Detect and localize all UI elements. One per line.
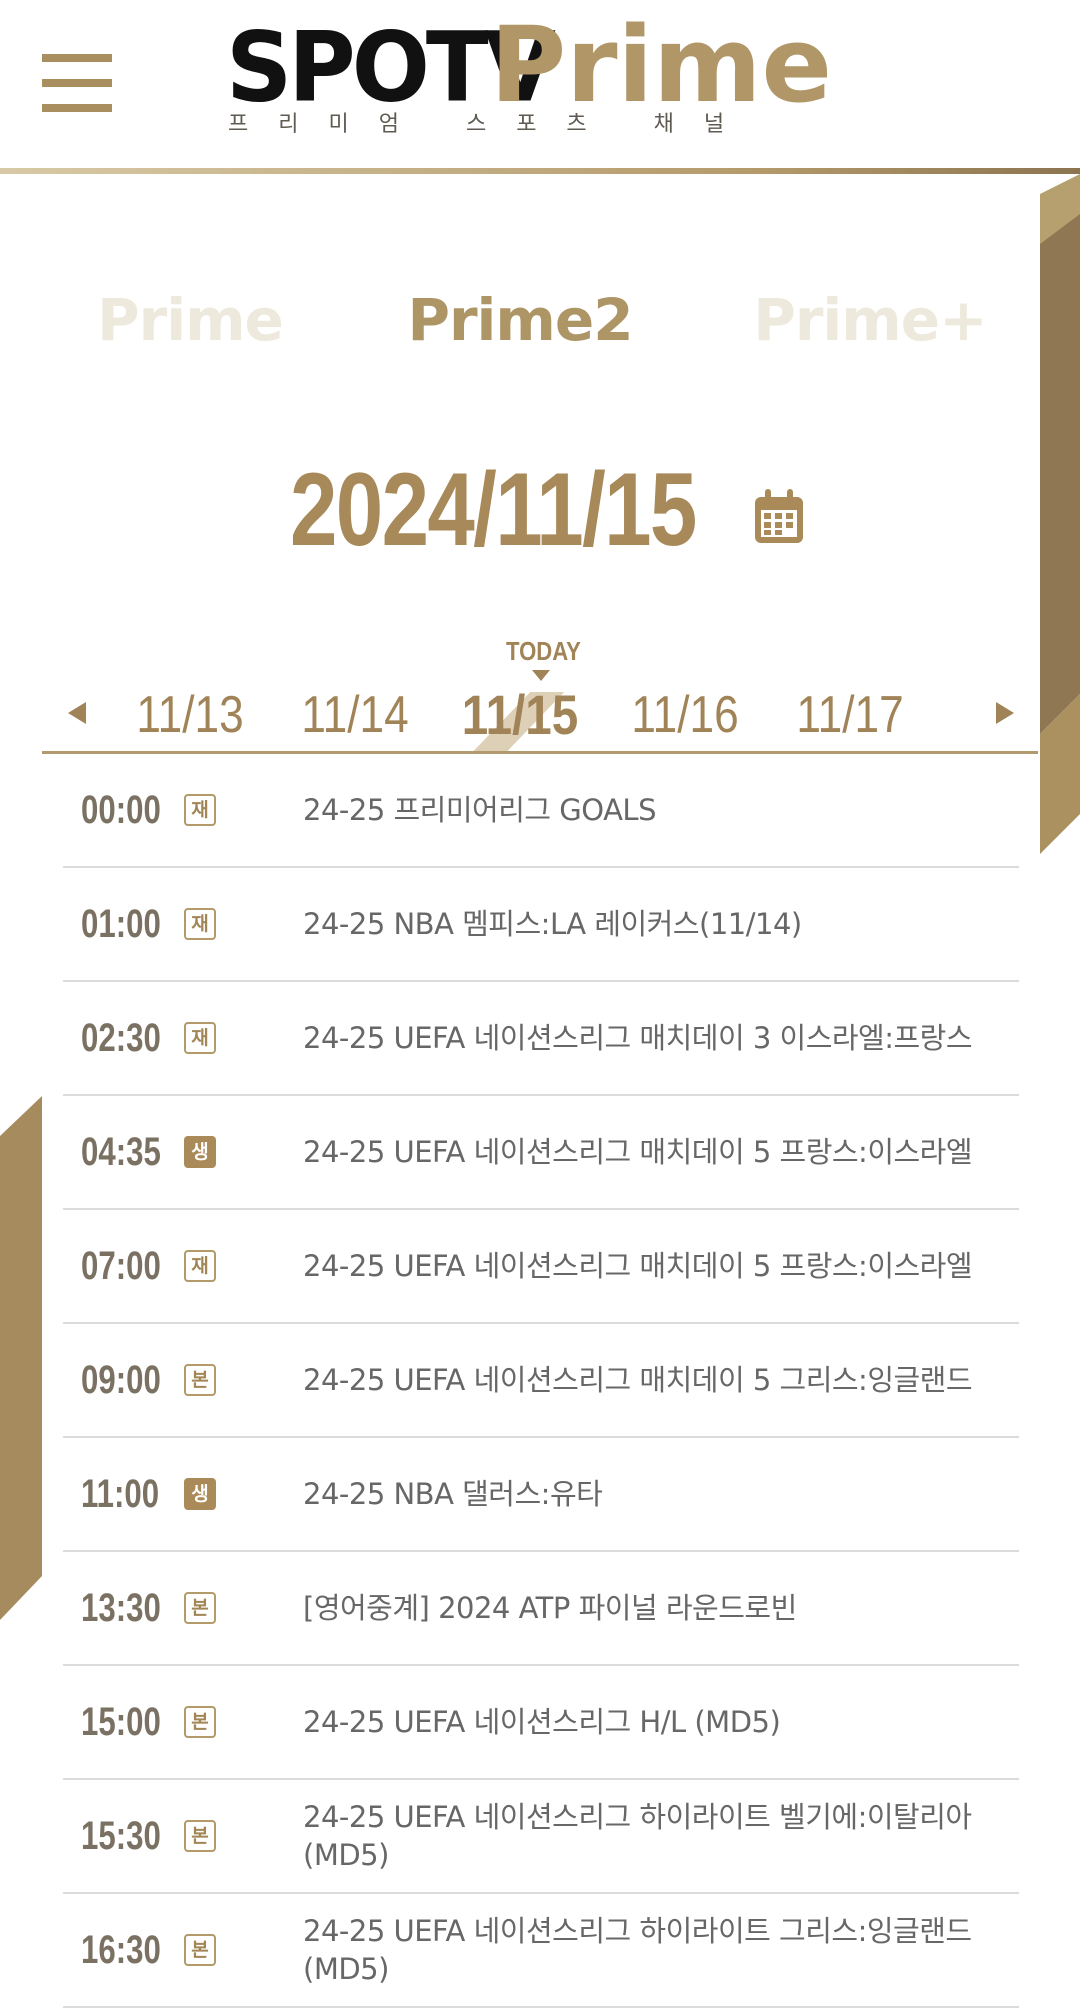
- broadcast-type-badge: 본: [184, 1706, 216, 1738]
- program-title: 24-25 UEFA 네이션스리그 매치데이 5 그리스:잉글랜드: [303, 1363, 973, 1397]
- broadcast-type-badge: 본: [184, 1820, 216, 1852]
- schedule-row[interactable]: 02:30 재 24-25 UEFA 네이션스리그 매치데이 3 이스라엘:프랑…: [63, 982, 1019, 1096]
- program-time: 02:30: [81, 1016, 161, 1060]
- program-title: 24-25 UEFA 네이션스리그 하이라이트 그리스:잉글랜드 (MD5): [303, 1914, 972, 1986]
- schedule-row[interactable]: 11:00 생 24-25 NBA 댈러스:유타: [63, 1438, 1019, 1552]
- date-item[interactable]: 11/17: [791, 680, 910, 752]
- broadcast-type-badge: 본: [184, 1364, 216, 1396]
- date-item[interactable]: 11/14: [296, 680, 415, 752]
- program-title: 24-25 프리미어리그 GOALS: [303, 793, 656, 827]
- tab-prime-plus[interactable]: Prime+: [740, 280, 1000, 360]
- date-item[interactable]: 11/16: [626, 680, 745, 752]
- header-divider: [0, 168, 1080, 174]
- schedule-row[interactable]: 01:00 재 24-25 NBA 멤피스:LA 레이커스(11/14): [63, 868, 1019, 982]
- logo-tagline: 프리미엄 스포츠 채널: [228, 112, 755, 137]
- schedule-row[interactable]: 09:00 본 24-25 UEFA 네이션스리그 매치데이 5 그리스:잉글랜…: [63, 1324, 1019, 1438]
- program-title: 24-25 UEFA 네이션스리그 H/L (MD5): [303, 1705, 781, 1739]
- schedule-row[interactable]: 04:35 생 24-25 UEFA 네이션스리그 매치데이 5 프랑스:이스라…: [63, 1096, 1019, 1210]
- program-time: 13:30: [81, 1586, 161, 1630]
- prev-date-arrow-icon[interactable]: [68, 702, 86, 724]
- broadcast-type-badge: 생: [184, 1136, 216, 1168]
- hamburger-menu-icon[interactable]: [40, 50, 114, 116]
- broadcast-type-badge: 생: [184, 1478, 216, 1510]
- program-time: 15:30: [81, 1814, 161, 1858]
- today-label: TODAY: [506, 636, 581, 666]
- program-time: 04:35: [81, 1130, 161, 1174]
- schedule-row[interactable]: 13:30 본 [영어중계] 2024 ATP 파이널 라운드로빈: [63, 1552, 1019, 1666]
- tab-prime2[interactable]: Prime2: [390, 280, 650, 360]
- channel-tabs: Prime Prime2 Prime+: [60, 280, 1020, 360]
- schedule-row[interactable]: 15:00 본 24-25 UEFA 네이션스리그 H/L (MD5): [63, 1666, 1019, 1780]
- broadcast-type-badge: 재: [184, 794, 216, 826]
- program-title: 24-25 UEFA 네이션스리그 하이라이트 벨기에:이탈리아 (MD5): [303, 1800, 972, 1872]
- program-title: 24-25 NBA 멤피스:LA 레이커스(11/14): [303, 907, 802, 941]
- program-title: 24-25 NBA 댈러스:유타: [303, 1477, 603, 1511]
- decorative-ribbon-left: [0, 1096, 42, 1620]
- program-time: 00:00: [81, 788, 161, 832]
- broadcast-type-badge: 재: [184, 908, 216, 940]
- program-title: [영어중계] 2024 ATP 파이널 라운드로빈: [303, 1591, 797, 1625]
- broadcast-type-badge: 본: [184, 1592, 216, 1624]
- spotv-prime-logo[interactable]: SPOTV Prime 프리미엄 스포츠 채널: [226, 10, 866, 148]
- date-strip: 11/13 11/14 11/15 11/16 11/17: [40, 680, 1038, 754]
- date-item[interactable]: 11/13: [131, 680, 250, 752]
- app-header: SPOTV Prime 프리미엄 스포츠 채널: [0, 0, 1080, 174]
- logo-prime-text: Prime: [490, 4, 833, 126]
- program-time: 07:00: [81, 1244, 161, 1288]
- schedule-row[interactable]: 16:30 본 24-25 UEFA 네이션스리그 하이라이트 그리스:잉글랜드…: [63, 1894, 1019, 2008]
- program-title: 24-25 UEFA 네이션스리그 매치데이 3 이스라엘:프랑스: [303, 1021, 973, 1055]
- selected-date-heading: 2024/11/15: [290, 452, 697, 568]
- tab-prime[interactable]: Prime: [60, 280, 320, 360]
- program-time: 11:00: [81, 1472, 160, 1516]
- schedule-row[interactable]: 00:00 재 24-25 프리미어리그 GOALS: [63, 754, 1019, 868]
- date-item-active[interactable]: 11/15: [461, 680, 580, 754]
- schedule-row[interactable]: 07:00 재 24-25 UEFA 네이션스리그 매치데이 5 프랑스:이스라…: [63, 1210, 1019, 1324]
- broadcast-type-badge: 재: [184, 1022, 216, 1054]
- calendar-icon[interactable]: [752, 488, 806, 546]
- decorative-ribbon-right: [1040, 174, 1080, 854]
- program-title: 24-25 UEFA 네이션스리그 매치데이 5 프랑스:이스라엘: [303, 1249, 973, 1283]
- program-time: 16:30: [81, 1928, 161, 1972]
- broadcast-type-badge: 본: [184, 1934, 216, 1966]
- active-date-label: 11/15: [461, 683, 579, 746]
- program-time: 01:00: [81, 902, 161, 946]
- program-title: 24-25 UEFA 네이션스리그 매치데이 5 프랑스:이스라엘: [303, 1135, 973, 1169]
- program-time: 15:00: [81, 1700, 161, 1744]
- program-time: 09:00: [81, 1358, 161, 1402]
- schedule-row[interactable]: 15:30 본 24-25 UEFA 네이션스리그 하이라이트 벨기에:이탈리아…: [63, 1780, 1019, 1894]
- schedule-list: 00:00 재 24-25 프리미어리그 GOALS 01:00 재 24-25…: [63, 754, 1019, 2008]
- broadcast-type-badge: 재: [184, 1250, 216, 1282]
- next-date-arrow-icon[interactable]: [996, 702, 1014, 724]
